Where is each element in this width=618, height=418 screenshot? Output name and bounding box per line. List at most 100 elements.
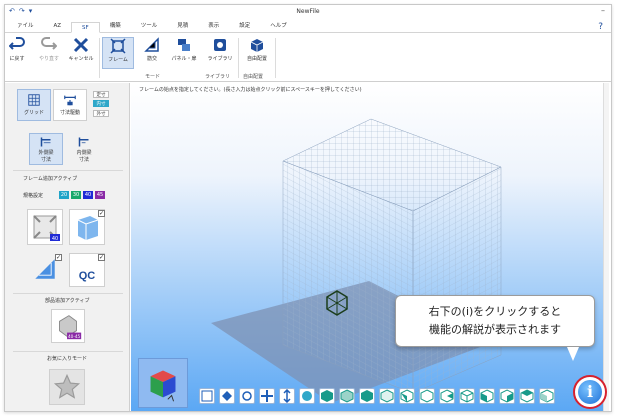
favorites-button[interactable] — [49, 369, 85, 405]
top-view-tool[interactable] — [359, 388, 375, 404]
undo-icon — [9, 37, 25, 50]
spec-chip-20[interactable]: 20 — [59, 191, 69, 199]
back-view-tool[interactable] — [419, 388, 435, 404]
cancel-button[interactable]: キャンセル — [65, 37, 97, 69]
bracket-button[interactable]: 筋交 — [136, 37, 168, 69]
iso-cube-icon — [321, 390, 333, 402]
title-bar: ↶ ↷ ▾ NewFile – — [5, 5, 611, 19]
app-window: ↶ ↷ ▾ NewFile – ァイル AZ SF 構築 ツール 見積 表示 設… — [4, 4, 612, 412]
grid-button[interactable]: グリッド — [17, 89, 51, 121]
panel-divider — [13, 293, 123, 294]
xray-cube-icon — [520, 389, 534, 403]
bracket-icon — [144, 37, 159, 52]
vertical-scrollbar[interactable] — [603, 83, 609, 411]
spec-chip-45[interactable]: 45 — [95, 191, 105, 199]
tab-estimate[interactable]: 見積 — [167, 21, 198, 32]
back-cube-icon — [420, 389, 434, 403]
cube-place-icon — [250, 39, 264, 52]
left-view-tool[interactable] — [399, 388, 415, 404]
pan-tool[interactable] — [259, 388, 275, 404]
refresh-tool[interactable] — [299, 388, 315, 404]
undo-button[interactable]: に戻す — [5, 37, 33, 69]
tab-build[interactable]: 構築 — [100, 21, 131, 32]
window-controls: – — [601, 6, 605, 15]
orbit-tool[interactable] — [239, 388, 255, 404]
library-button[interactable]: ライブラリ — [204, 37, 236, 69]
pan-icon — [261, 390, 273, 402]
svg-text:40: 40 — [52, 236, 58, 242]
info-icon: i — [578, 380, 602, 404]
tooltip-line-1: 右下の(i)をクリックすると — [428, 305, 562, 318]
panel-door-button[interactable]: パネル・扉 — [168, 37, 200, 69]
view-cube[interactable] — [138, 358, 188, 408]
option-outer[interactable]: 外寸 — [93, 110, 109, 117]
rotate-view-tool[interactable] — [219, 388, 235, 404]
spec-chip-40[interactable]: 40 — [83, 191, 93, 199]
right-view-tool[interactable] — [379, 388, 395, 404]
help-icon[interactable]: ? — [598, 22, 611, 32]
parts-button[interactable]: 40-45 — [51, 309, 85, 343]
qc-checkbox[interactable]: ✓ — [98, 254, 105, 261]
fit-view-icon — [201, 390, 213, 402]
ribbon-separator — [99, 38, 100, 78]
option-fixed[interactable]: 定寸 — [93, 91, 109, 98]
option-inner[interactable]: 内寸 — [93, 100, 109, 107]
redo-button[interactable]: やり直す — [33, 37, 65, 69]
bottom-cube-icon — [440, 389, 454, 403]
bottom-view-tool[interactable] — [439, 388, 455, 404]
left-panel: グリッド 寸法駆動 定寸 内寸 外寸 外側梁 寸法 内側梁 寸法 フレーム追加ア… — [5, 83, 130, 411]
ribbon-tabs: ァイル AZ SF 構築 ツール 見積 表示 設定 ヘルプ ? — [5, 21, 611, 33]
outer-dim-icon — [40, 137, 51, 147]
frame-add-active-label: フレーム追加アクティブ — [23, 176, 78, 182]
parts-add-active-label: 部品追加アクティブ — [45, 298, 90, 304]
front-view-tool[interactable] — [339, 388, 355, 404]
tab-sf[interactable]: SF — [71, 22, 100, 33]
star-icon — [53, 373, 81, 399]
top-cube-icon — [361, 390, 373, 402]
ribbon-group-mode-label: モード — [145, 74, 161, 80]
auto-place-button[interactable]: 自由配置 — [241, 37, 273, 69]
minimize-icon[interactable]: – — [601, 6, 605, 15]
left-cube-icon — [400, 389, 414, 403]
info-tooltip: 右下の(i)をクリックすると 機能の解説が表示されます — [395, 295, 595, 347]
tab-settings[interactable]: 設定 — [229, 21, 260, 32]
panel-divider — [13, 170, 123, 171]
bracket-part-checkbox[interactable]: ✓ — [55, 254, 62, 261]
iso-view-tool[interactable] — [319, 388, 335, 404]
frame-mode-button[interactable]: フレーム — [102, 37, 134, 69]
exploded-view-tool[interactable] — [539, 388, 555, 404]
exploded-cube-icon — [540, 389, 554, 403]
ribbon-separator — [238, 38, 239, 78]
svg-text:40-45: 40-45 — [68, 334, 81, 339]
info-button[interactable]: i — [573, 375, 607, 409]
ribbon-group-library-label: ライブラリ — [205, 74, 231, 80]
close-icon — [73, 37, 89, 53]
tooltip-pointer — [567, 347, 579, 361]
wire-view-tool[interactable] — [459, 388, 475, 404]
xray-view-tool[interactable] — [519, 388, 535, 404]
model-canvas — [211, 118, 502, 403]
dimension-drive-button[interactable]: 寸法駆動 — [53, 89, 87, 121]
outer-frame-dim-button[interactable]: 外側梁 寸法 — [29, 133, 63, 165]
inner-frame-dim-button[interactable]: 内側梁 寸法 — [67, 133, 101, 165]
tab-tools[interactable]: ツール — [131, 21, 168, 32]
frame-profile-icon: 40 — [33, 215, 60, 242]
shade-view-tool[interactable] — [479, 388, 495, 404]
frame-profile-button[interactable]: 40 — [27, 209, 63, 245]
spec-chip-30[interactable]: 30 — [71, 191, 81, 199]
section-view-tool[interactable] — [499, 388, 515, 404]
redo-icon — [41, 37, 57, 50]
library-icon — [214, 39, 226, 51]
fit-view-tool[interactable] — [199, 388, 215, 404]
tab-help[interactable]: ヘルプ — [260, 21, 297, 32]
tab-file[interactable]: ァイル — [7, 21, 44, 32]
tab-view[interactable]: 表示 — [198, 21, 229, 32]
dimension-icon — [64, 95, 76, 106]
zoom-tool[interactable] — [279, 388, 295, 404]
window-title: NewFile — [296, 8, 320, 15]
box-profile-checkbox[interactable]: ✓ — [98, 210, 105, 217]
tab-az[interactable]: AZ — [44, 21, 72, 32]
3d-viewport[interactable]: フレームの始点を指定してください。(長さ入力は始点クリック前にスペースキーを押し… — [131, 83, 609, 411]
tooltip-line-2: 機能の解説が表示されます — [429, 323, 561, 336]
ribbon-separator — [275, 38, 276, 78]
